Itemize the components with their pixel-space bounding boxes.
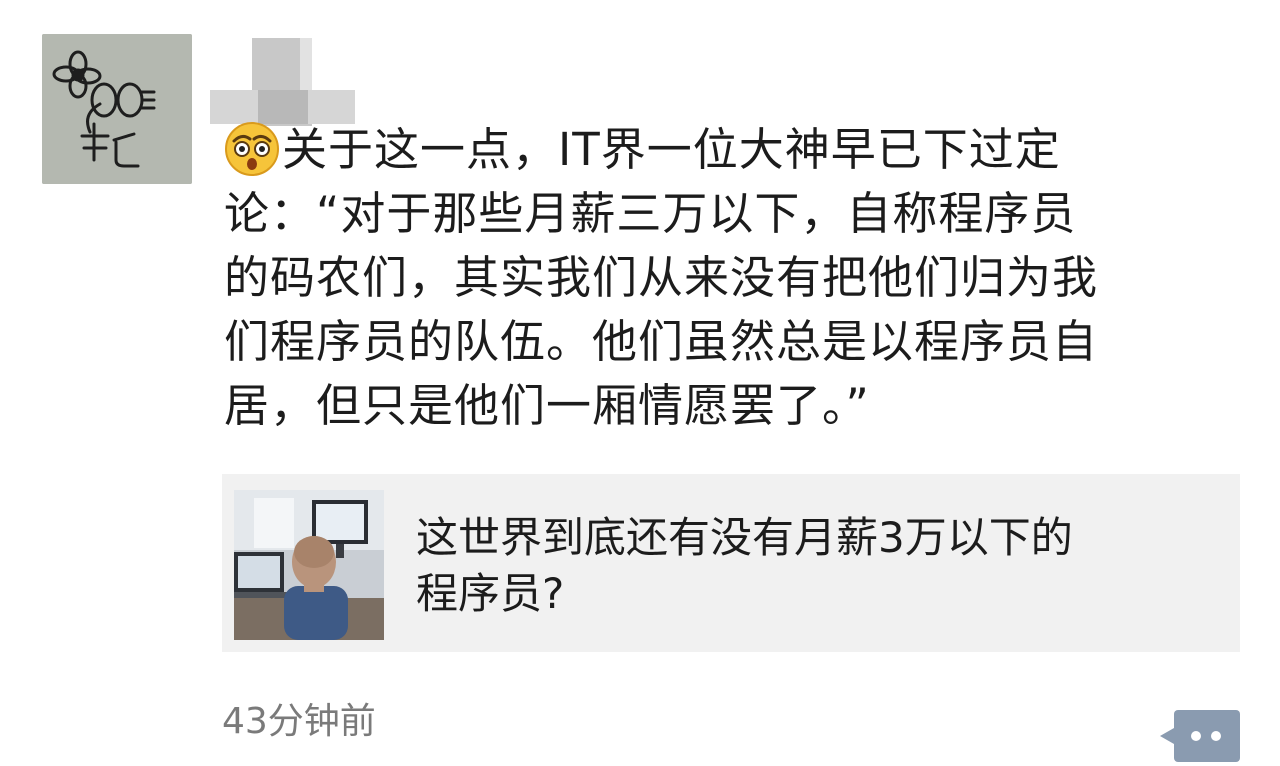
- avatar-doodle-image: [42, 34, 192, 184]
- post-text: 关于这一点，IT界一位大神早已下过定 论：“对于那些月薪三万以下，自称程序员 的…: [224, 118, 1254, 438]
- link-title-line-1: 这世界到底还有没有月薪3万以下的: [416, 513, 1073, 562]
- post-text-line-5: 居，但只是他们一厢情愿罢了。”: [224, 379, 870, 432]
- post-text-line-4: 们程序员的队伍。他们虽然总是以程序员自: [224, 315, 1099, 368]
- comment-dots-icon[interactable]: [1160, 710, 1240, 762]
- link-title-line-2: 程序员?: [416, 569, 565, 618]
- username-blurred[interactable]: [210, 38, 360, 126]
- avatar[interactable]: [42, 34, 192, 184]
- post-text-line-1: 关于这一点，IT界一位大神早已下过定: [224, 118, 1254, 182]
- post-text-line-3: 的码农们，其实我们从来没有把他们归为我: [224, 251, 1099, 304]
- shocked-face-icon: [224, 121, 280, 177]
- post-text-line-1-content: 关于这一点，IT界一位大神早已下过定: [282, 123, 1061, 176]
- link-title[interactable]: 这世界到底还有没有月薪3万以下的 程序员?: [416, 510, 1216, 622]
- link-thumbnail: [234, 490, 384, 640]
- programmer-at-desk-image: [234, 490, 384, 640]
- post-timestamp: 43分钟前: [222, 701, 376, 742]
- shared-link-card[interactable]: 这世界到底还有没有月薪3万以下的 程序员?: [222, 474, 1240, 652]
- post-text-line-2: 论：“对于那些月薪三万以下，自称程序员: [224, 187, 1077, 240]
